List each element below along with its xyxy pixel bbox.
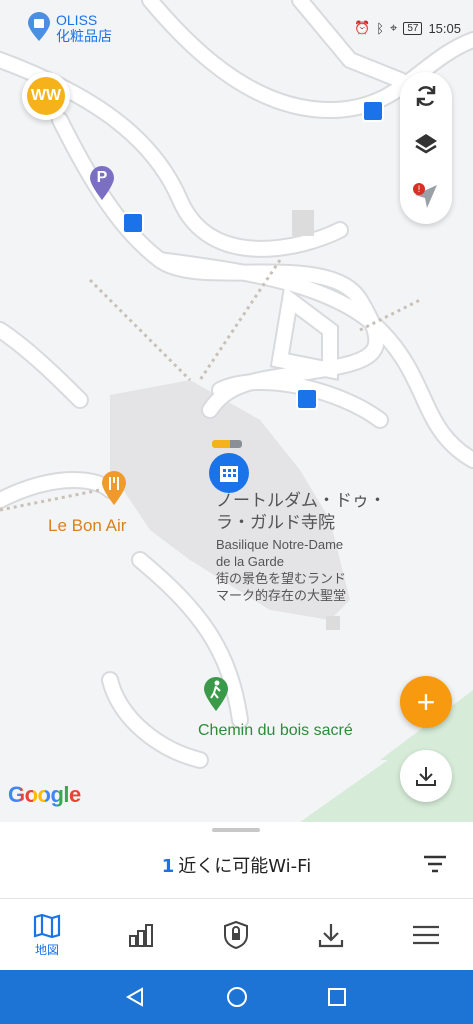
wifi-app-logo-button[interactable]: WW — [22, 72, 70, 120]
filter-icon — [424, 855, 446, 873]
bar-chart-icon — [129, 924, 153, 947]
sheet-title: 1 近くに可能Wi-Fi — [0, 852, 473, 878]
add-hotspot-button[interactable]: + — [400, 676, 452, 728]
shop-label-line2: 化粧品店 — [56, 28, 112, 44]
landmark-label[interactable]: ノートルダム・ドゥ・ ラ・ガルド寺院 Basilique Notre-Dame … — [216, 490, 386, 604]
bottom-nav: 地図 — [0, 898, 473, 971]
landmark-sub-line2: de la Garde — [216, 554, 284, 569]
sheet-title-text: 近くに可能Wi-Fi — [178, 856, 312, 877]
download-map-button[interactable] — [400, 750, 452, 802]
google-logo-text: Google — [8, 782, 81, 807]
google-logo: Google — [8, 782, 81, 808]
wifi-count: 1 — [161, 856, 175, 877]
system-nav-bar — [0, 970, 473, 1024]
location-arrow-icon: ! — [413, 183, 437, 208]
restaurant-label[interactable]: Le Bon Air — [48, 516, 126, 536]
nav-map-label: 地図 — [34, 942, 59, 957]
status-right: ⏰ ᛒ ⌖ 57 15:05 — [354, 20, 461, 36]
home-circle-icon — [227, 987, 247, 1007]
plus-icon: + — [416, 683, 436, 720]
refresh-button[interactable] — [400, 72, 452, 120]
map-view[interactable]: OLISS 化粧品店 ⏰ ᛒ ⌖ 57 15:05 WW ! P Le Bon … — [0, 0, 473, 822]
restaurant-pin-icon[interactable] — [100, 470, 128, 506]
shield-lock-icon — [224, 920, 248, 950]
shop-pin-icon[interactable] — [26, 12, 52, 42]
bus-stop-icon[interactable] — [362, 100, 384, 122]
alarm-icon: ⏰ — [354, 20, 371, 35]
back-triangle-icon — [125, 987, 143, 1007]
filter-button[interactable] — [420, 852, 450, 876]
status-bar: OLISS 化粧品店 ⏰ ᛒ ⌖ 57 15:05 — [0, 0, 473, 44]
nav-menu[interactable] — [379, 899, 473, 971]
landmark-sub-line1: Basilique Notre-Dame — [216, 537, 344, 552]
recents-square-icon — [328, 988, 346, 1006]
map-icon — [33, 913, 61, 938]
clock: 15:05 — [428, 20, 461, 36]
location-status-icon: ⌖ — [390, 20, 398, 35]
landmark-desc-line1: 街の景色を望むランド — [216, 571, 347, 586]
home-button[interactable] — [222, 982, 252, 1012]
nav-security[interactable] — [189, 899, 283, 971]
wifi-hotspot-marker[interactable] — [212, 440, 242, 448]
recents-button[interactable] — [322, 982, 352, 1012]
layers-icon — [415, 134, 437, 154]
wifi-logo-icon: WW — [27, 77, 65, 115]
bus-stop-icon[interactable] — [296, 388, 318, 410]
nav-stats[interactable] — [94, 899, 188, 971]
menu-icon — [413, 925, 439, 945]
bluetooth-icon: ᛒ — [376, 20, 384, 36]
nearby-wifi-sheet[interactable]: 1 近くに可能Wi-Fi — [0, 822, 473, 898]
landmark-name-line2: ラ・ガルド寺院 — [216, 513, 335, 532]
nav-downloads[interactable] — [284, 899, 378, 971]
my-location-button[interactable]: ! — [400, 172, 452, 220]
back-button[interactable] — [120, 982, 150, 1012]
alert-badge: ! — [418, 184, 421, 194]
download-icon — [318, 924, 344, 948]
parking-pin-icon[interactable]: P — [88, 165, 116, 201]
parking-label: P — [96, 169, 108, 186]
map-controls: ! — [400, 72, 452, 224]
battery-icon: 57 — [403, 21, 423, 35]
download-icon — [416, 767, 436, 786]
layers-button[interactable] — [400, 120, 452, 168]
hiking-trail-pin-icon[interactable] — [202, 676, 230, 712]
shop-label-line1: OLISS — [56, 12, 98, 28]
trail-label[interactable]: Chemin du bois sacré — [198, 722, 353, 740]
landmark-desc-line2: マーク的存在の大聖堂 — [216, 588, 347, 603]
shop-label[interactable]: OLISS 化粧品店 — [56, 12, 112, 44]
sheet-drag-handle[interactable] — [212, 828, 260, 832]
bus-stop-icon[interactable] — [122, 212, 144, 234]
nav-map[interactable]: 地図 — [0, 899, 94, 971]
landmark-name-line1: ノートルダム・ドゥ・ — [216, 491, 386, 510]
refresh-icon — [416, 86, 436, 106]
